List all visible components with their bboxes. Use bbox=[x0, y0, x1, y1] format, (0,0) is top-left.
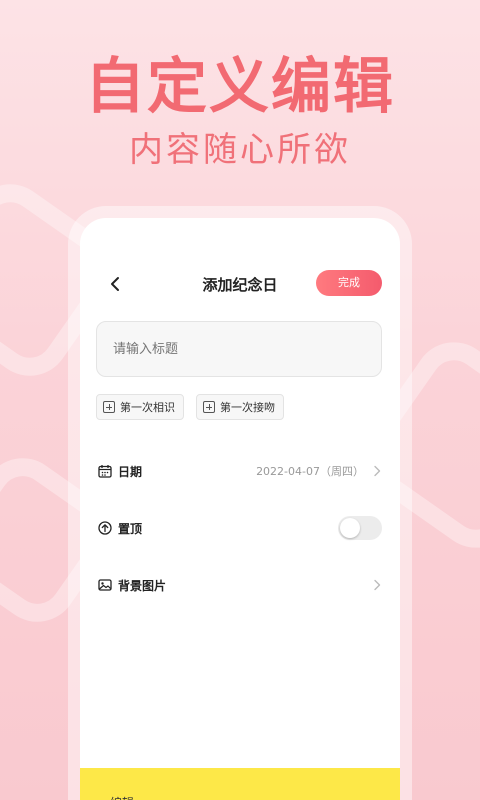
image-icon bbox=[98, 579, 112, 591]
nav-bar: 添加纪念日 完成 bbox=[80, 270, 400, 298]
background-image-row[interactable]: 背景图片 bbox=[98, 573, 382, 597]
pin-toggle[interactable] bbox=[338, 516, 382, 540]
plus-square-icon bbox=[103, 401, 115, 413]
chip-label: 第一次接吻 bbox=[220, 401, 275, 414]
chevron-right-icon bbox=[374, 465, 381, 477]
title-input[interactable] bbox=[96, 321, 382, 377]
chip-label: 第一次相识 bbox=[120, 401, 175, 414]
date-value: 2022-04-07（周四） bbox=[256, 465, 364, 478]
date-row[interactable]: 日期 2022-04-07（周四） bbox=[98, 459, 382, 483]
done-button[interactable]: 完成 bbox=[316, 270, 382, 296]
date-label: 日期 bbox=[118, 464, 143, 479]
pin-label: 置顶 bbox=[118, 521, 143, 536]
hero-title: 自定义编辑 bbox=[85, 52, 395, 122]
hero-subtitle: 内容随心所欲 bbox=[129, 130, 351, 170]
background-image-label: 背景图片 bbox=[118, 578, 167, 593]
bottom-banner: 编辑 bbox=[80, 768, 400, 800]
plus-square-icon bbox=[203, 401, 215, 413]
chevron-right-icon bbox=[374, 579, 381, 591]
chip-first-kiss[interactable]: 第一次接吻 bbox=[196, 394, 284, 420]
pin-row: 置顶 bbox=[98, 516, 382, 540]
toggle-knob bbox=[340, 518, 360, 538]
bottom-banner-text: 编辑 bbox=[110, 794, 134, 800]
arrow-up-circle-icon bbox=[98, 521, 112, 535]
phone-screen: 添加纪念日 完成 第一次相识 第一次接吻 日期 2022-04-07（周四） bbox=[80, 218, 400, 800]
calendar-icon bbox=[98, 465, 112, 478]
chip-first-meet[interactable]: 第一次相识 bbox=[96, 394, 184, 420]
